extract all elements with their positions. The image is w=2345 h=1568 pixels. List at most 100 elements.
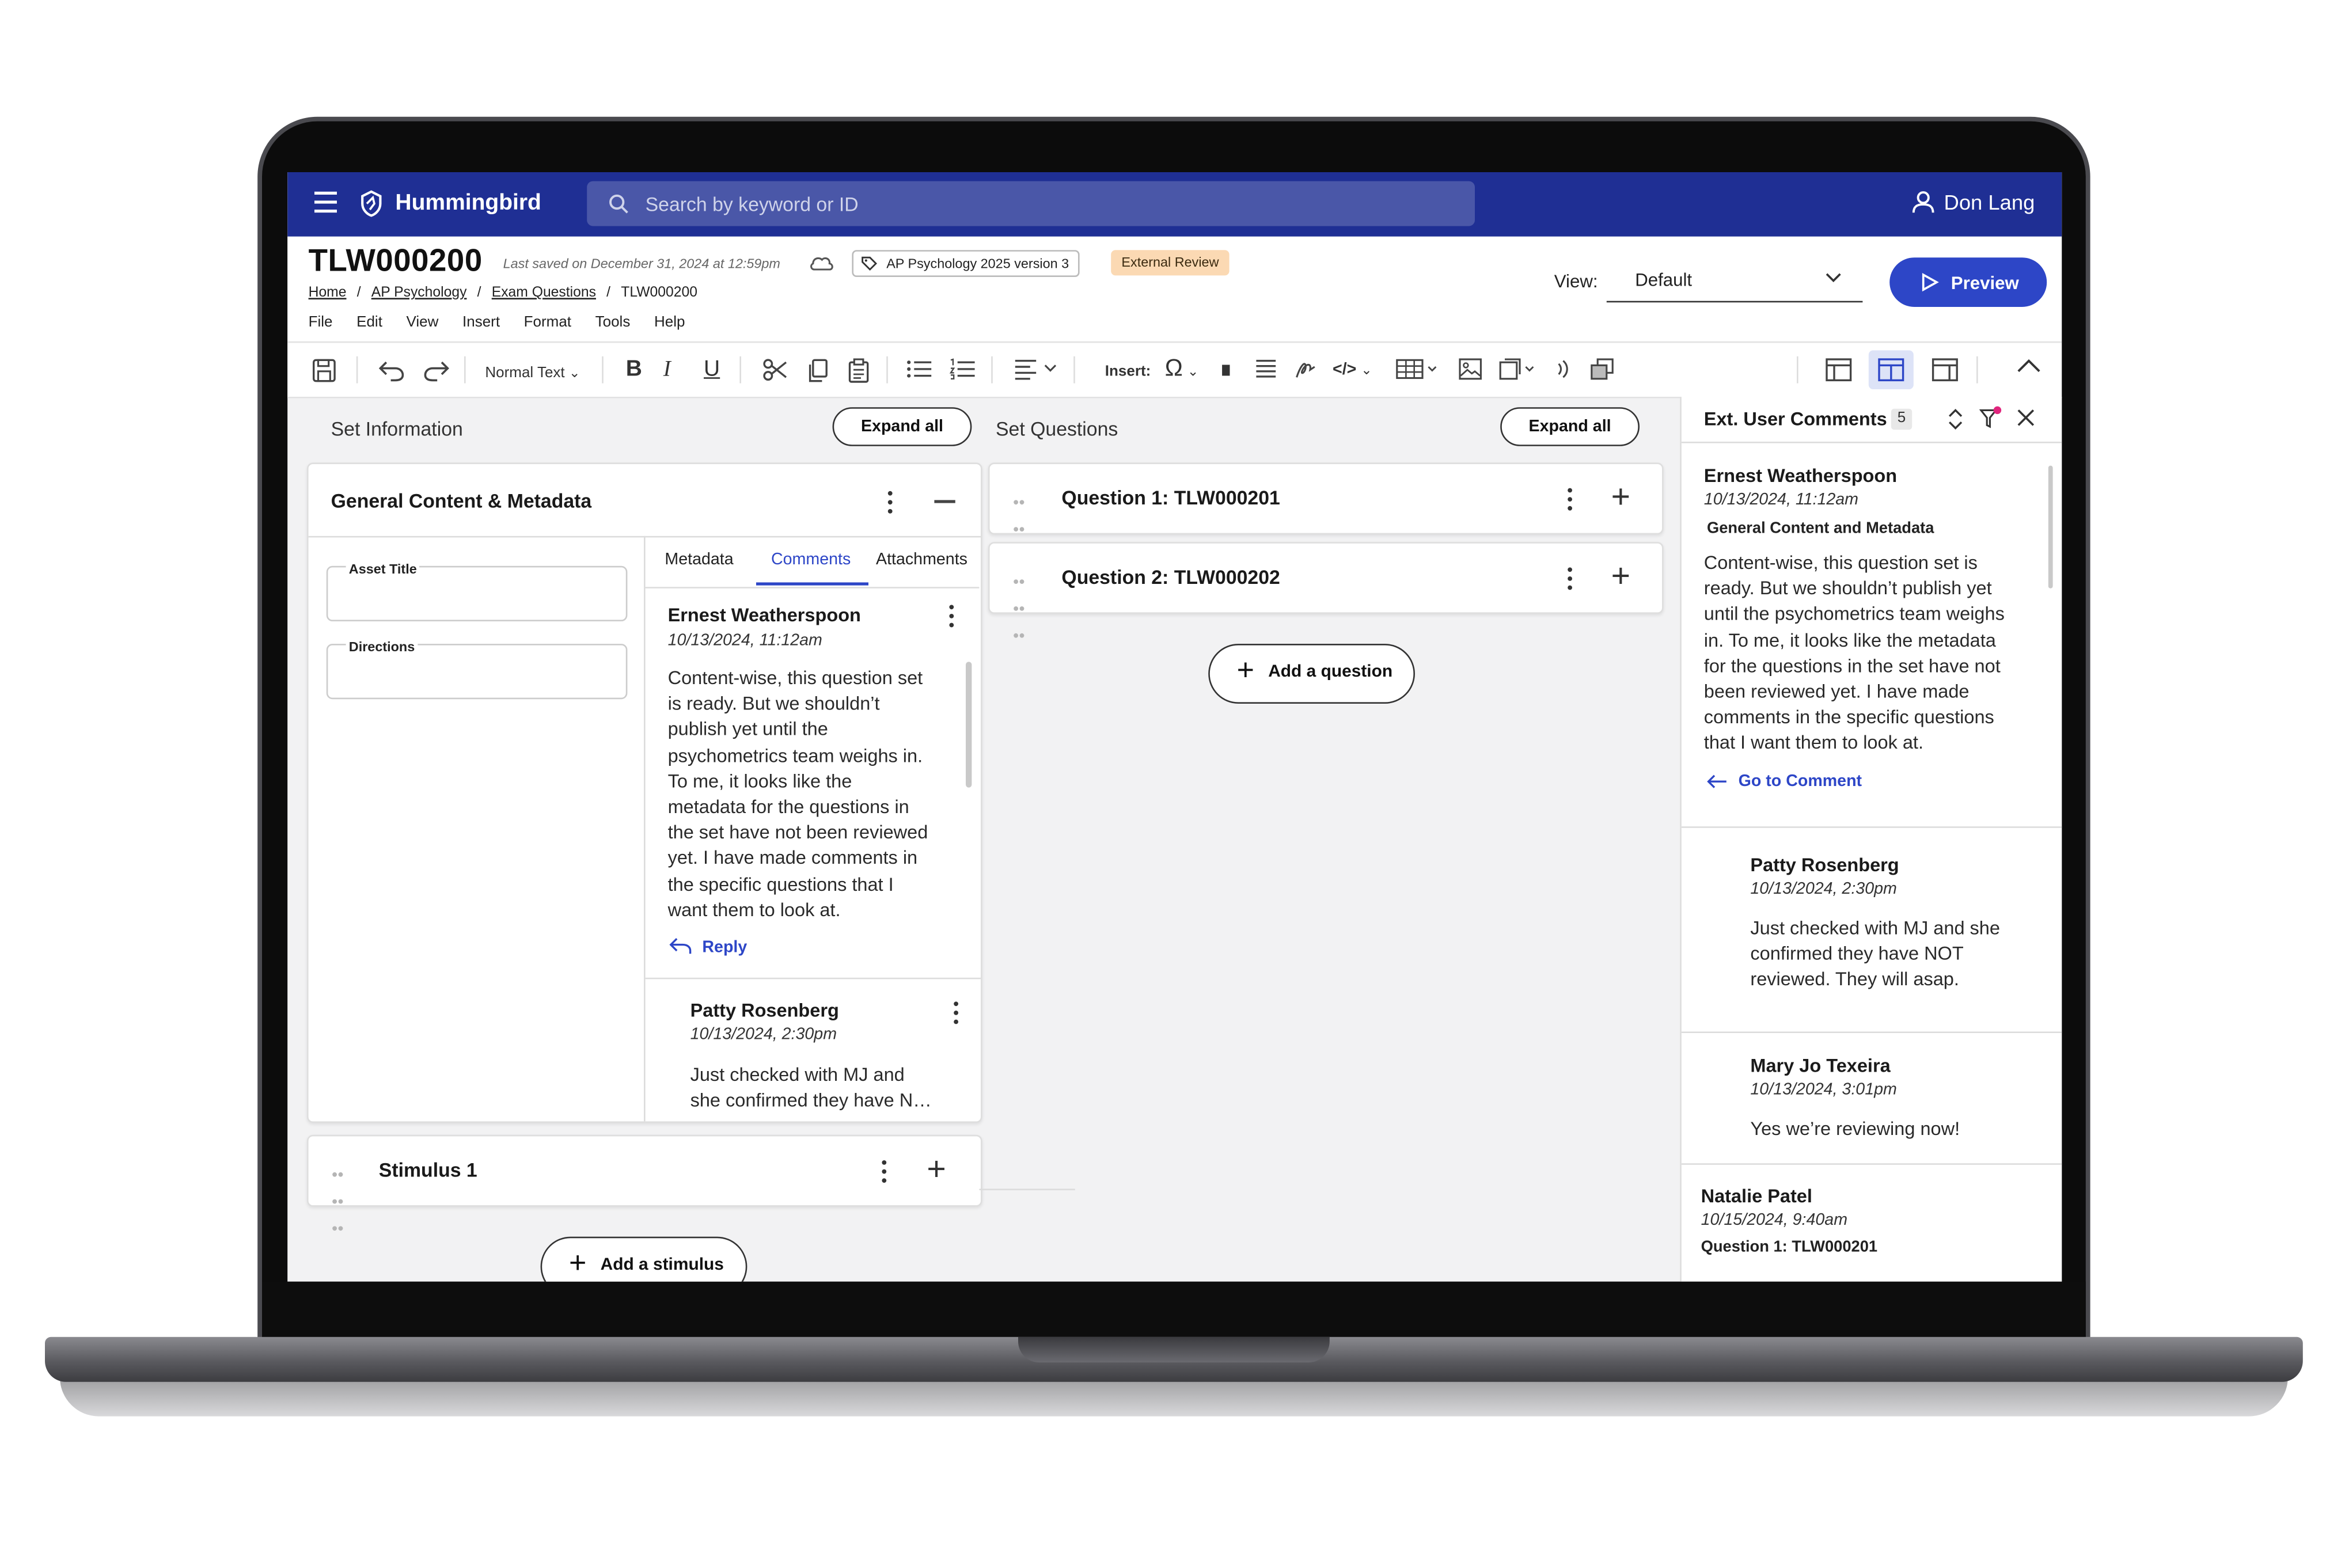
- comment-line: metadata for the questions in: [667, 796, 909, 818]
- special-character-icon[interactable]: Ω ⌄: [1165, 357, 1199, 383]
- menu-insert[interactable]: Insert: [462, 314, 500, 331]
- preview-label: Preview: [1951, 272, 2019, 294]
- search-input[interactable]: Search by keyword or ID: [587, 181, 1475, 226]
- add-stimulus-label: Add a stimulus: [600, 1256, 724, 1274]
- close-icon[interactable]: [2017, 409, 2035, 427]
- panel-scrollbar[interactable]: [2048, 465, 2053, 589]
- more-options-icon[interactable]: [887, 491, 894, 518]
- more-options-icon[interactable]: [1568, 567, 1573, 594]
- more-options-icon[interactable]: [1568, 488, 1573, 515]
- cut-icon[interactable]: [762, 358, 787, 382]
- equation-icon[interactable]: ∎: [1219, 357, 1233, 382]
- image-icon[interactable]: [1458, 358, 1482, 380]
- italic-icon[interactable]: I: [663, 358, 671, 382]
- comment-line: To me, it looks like the: [667, 770, 852, 792]
- comment-body: Yes we’re reviewing now!: [1750, 1117, 2050, 1143]
- layout-split-panel-icon[interactable]: [1877, 358, 1904, 382]
- collapse-icon[interactable]: [934, 500, 955, 503]
- comment-body: Just checked with MJ and she confirmed t…: [1750, 916, 2050, 993]
- add-stimulus-button[interactable]: + Add a stimulus: [540, 1236, 747, 1282]
- underline-icon[interactable]: U: [704, 357, 720, 382]
- question-card[interactable]: Question 1: TLW000201 +: [988, 462, 1664, 559]
- text-style-select[interactable]: Normal Text ⌄: [485, 361, 580, 386]
- view-select[interactable]: Default: [1606, 259, 1863, 303]
- comment-context: General Content and Metadata: [1707, 519, 1934, 538]
- drop-zone-line: [979, 1189, 1075, 1190]
- sort-icon[interactable]: [1946, 409, 1964, 430]
- menu-tools[interactable]: Tools: [595, 314, 631, 331]
- app-name[interactable]: Hummingbird: [395, 190, 541, 215]
- layout-single-panel-icon[interactable]: [1825, 358, 1852, 382]
- comment-date: 10/13/2024, 11:12am: [1703, 491, 1859, 509]
- horizontal-rule-icon[interactable]: [1255, 358, 1277, 380]
- asset-title-field[interactable]: Asset Title: [326, 561, 628, 621]
- add-icon[interactable]: +: [1611, 480, 1630, 512]
- menu-format[interactable]: Format: [524, 314, 571, 331]
- toolbar-divider: [1797, 356, 1798, 384]
- drag-handle-icon[interactable]: [332, 1160, 347, 1241]
- comment-line: publish yet until the: [667, 719, 828, 741]
- layout-side-panel-icon[interactable]: [1932, 358, 1959, 382]
- more-options-icon[interactable]: [882, 1160, 887, 1187]
- breadcrumb-exam-questions[interactable]: Exam Questions: [492, 284, 596, 301]
- directions-field[interactable]: Directions: [326, 639, 628, 700]
- question-card[interactable]: Question 2: TLW000202 +: [988, 542, 1664, 638]
- menu-file[interactable]: File: [309, 314, 333, 331]
- add-question-button[interactable]: + Add a question: [1208, 644, 1415, 704]
- cloud-saved-icon: [810, 257, 833, 271]
- menu-edit[interactable]: Edit: [356, 314, 382, 331]
- collection-tag[interactable]: AP Psychology 2025 version 3: [852, 250, 1080, 277]
- question-title: Question 1: TLW000201: [1061, 486, 1280, 509]
- undo-icon[interactable]: [377, 358, 405, 382]
- breadcrumb-home[interactable]: Home: [309, 284, 347, 301]
- audio-icon[interactable]: [1554, 358, 1572, 380]
- table-icon[interactable]: [1395, 358, 1437, 380]
- save-icon[interactable]: [312, 358, 337, 383]
- collapse-toolbar-icon[interactable]: [2017, 358, 2041, 373]
- comment-date: 10/13/2024, 11:12am: [667, 632, 822, 650]
- toolbar-divider: [464, 356, 466, 384]
- menu-help[interactable]: Help: [654, 314, 685, 331]
- redo-icon[interactable]: [422, 358, 450, 382]
- comments-scrollbar[interactable]: [965, 662, 972, 788]
- stimulus-card[interactable]: Stimulus 1 +: [307, 1134, 982, 1231]
- expand-all-set-info-button[interactable]: Expand all: [832, 407, 972, 446]
- breadcrumb-ap-psychology[interactable]: AP Psychology: [371, 284, 467, 301]
- drag-handle-icon[interactable]: [1014, 567, 1029, 648]
- bulleted-list-icon[interactable]: [906, 358, 933, 380]
- view-label: View:: [1554, 271, 1598, 292]
- preview-button[interactable]: Preview: [1889, 257, 2047, 307]
- user-menu[interactable]: Don Lang: [1913, 190, 2035, 214]
- filter-icon[interactable]: [1979, 406, 2002, 430]
- column-divider: [644, 536, 646, 1122]
- comment-line: the specific questions that I: [667, 874, 894, 895]
- comment-author: Ernest Weatherspoon: [667, 605, 861, 626]
- add-icon[interactable]: +: [927, 1152, 946, 1185]
- numbered-list-icon[interactable]: [949, 358, 976, 380]
- code-icon[interactable]: </> ⌄: [1333, 358, 1372, 382]
- menu-view[interactable]: View: [407, 314, 439, 331]
- reply-link[interactable]: Reply: [669, 937, 747, 956]
- comment-options-icon[interactable]: [954, 1001, 959, 1028]
- signature-icon[interactable]: [1293, 358, 1318, 380]
- tab-attachments[interactable]: Attachments: [876, 551, 967, 569]
- document-header: TLW000200 Last saved on December 31, 202…: [287, 236, 2062, 341]
- chevron-down-icon: [1826, 273, 1841, 283]
- comment-line: Just checked with MJ and: [690, 1064, 905, 1085]
- media-icon[interactable]: [1497, 358, 1542, 380]
- align-icon[interactable]: [1014, 358, 1058, 380]
- menu-icon[interactable]: [314, 191, 337, 214]
- toolbar-divider: [1976, 356, 1978, 384]
- copy-icon[interactable]: [807, 358, 829, 383]
- tab-comments[interactable]: Comments: [771, 551, 851, 569]
- tab-metadata[interactable]: Metadata: [665, 551, 733, 569]
- add-icon[interactable]: +: [1611, 559, 1630, 592]
- go-to-comment-link[interactable]: Go to Comment: [1707, 773, 1862, 791]
- bold-icon[interactable]: B: [626, 357, 642, 382]
- tag-icon: [862, 256, 878, 271]
- expand-all-questions-button[interactable]: Expand all: [1500, 407, 1640, 446]
- comment-count-badge: 5: [1891, 408, 1913, 430]
- comment-options-icon[interactable]: [949, 605, 955, 632]
- paste-icon[interactable]: [848, 358, 870, 383]
- copy-format-icon[interactable]: [1590, 358, 1614, 380]
